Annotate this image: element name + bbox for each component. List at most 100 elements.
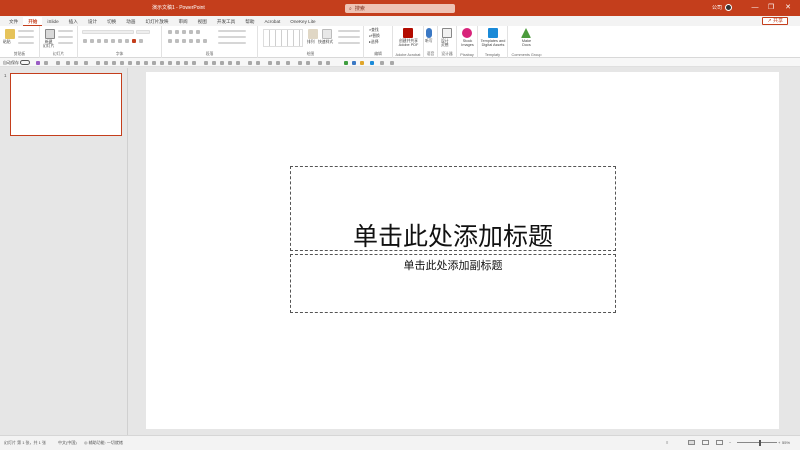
qat-tool-19-icon[interactable]: [220, 60, 224, 65]
customize-qat-icon[interactable]: [390, 60, 394, 65]
stock-images-label: Stock Images: [461, 39, 474, 48]
qat-tool-8-icon[interactable]: [128, 60, 132, 65]
tab-acrobat[interactable]: Acrobat: [259, 17, 285, 26]
qat-tool-13-icon[interactable]: [168, 60, 172, 65]
qat-tool-7-icon[interactable]: [120, 60, 124, 65]
qat-tool-14-icon[interactable]: [176, 60, 180, 65]
tab-file[interactable]: 文件: [4, 17, 23, 26]
comments-group-label: Comments Group: [511, 53, 542, 57]
zoom-out-icon[interactable]: −: [729, 440, 731, 445]
reading-view-icon[interactable]: [716, 439, 723, 445]
qat-tool-6-icon[interactable]: [112, 60, 116, 65]
qat-tool-35-icon[interactable]: [380, 60, 384, 65]
qat-tool-17-icon[interactable]: [204, 60, 208, 65]
group-templafy: Templates and Digital Assets Templafy: [478, 26, 508, 58]
adobe-pdf-icon[interactable]: [403, 28, 413, 38]
qat-tool-32-icon[interactable]: [352, 60, 356, 65]
save-icon[interactable]: [36, 60, 40, 65]
accessibility-status[interactable]: ◎ 辅助功能: 一切就绪: [84, 440, 123, 446]
minimize-button[interactable]: —: [748, 2, 762, 14]
notes-button[interactable]: ≡: [666, 440, 668, 445]
qat-tool-26-icon[interactable]: [286, 60, 290, 65]
find-button[interactable]: ⌕查找: [369, 28, 379, 32]
zoom-in-icon[interactable]: +: [778, 440, 780, 445]
qat-tool-12-icon[interactable]: [160, 60, 164, 65]
qat-tool-24-icon[interactable]: [268, 60, 272, 65]
qat-tool-22-icon[interactable]: [248, 60, 252, 65]
qat-tool-27-icon[interactable]: [298, 60, 302, 65]
tab-islide[interactable]: iSlide: [42, 17, 63, 26]
qat-tool-2-icon[interactable]: [74, 60, 78, 65]
autosave-label: 自动保存: [3, 60, 19, 65]
tab-transitions[interactable]: 切换: [102, 17, 121, 26]
restore-button[interactable]: ❐: [764, 2, 778, 14]
slide-canvas[interactable]: 单击此处添加标题 单击此处添加副标题: [146, 72, 779, 429]
tab-design[interactable]: 设计: [83, 17, 102, 26]
qat-tool-30-icon[interactable]: [326, 60, 330, 65]
qat-tool-28-icon[interactable]: [306, 60, 310, 65]
search-box[interactable]: ⌕ 搜索: [345, 4, 455, 13]
redo-icon[interactable]: [56, 60, 60, 65]
qat-tool-25-icon[interactable]: [276, 60, 280, 65]
qat-tool-3-icon[interactable]: [84, 60, 88, 65]
autosave-toggle[interactable]: [20, 60, 30, 65]
qat-tool-23-icon[interactable]: [256, 60, 260, 65]
tab-review[interactable]: 审阅: [173, 17, 192, 26]
user-account[interactable]: 公司: [712, 4, 733, 11]
zoom-slider-thumb[interactable]: [759, 439, 761, 446]
microphone-icon[interactable]: [426, 28, 432, 38]
undo-icon[interactable]: [44, 60, 48, 65]
language-indicator[interactable]: 中文(中国): [58, 440, 77, 446]
subtitle-placeholder[interactable]: 单击此处添加副标题: [290, 254, 616, 313]
title-placeholder[interactable]: 单击此处添加标题: [290, 166, 616, 251]
qat-tool-9-icon[interactable]: [136, 60, 140, 65]
tab-onekey[interactable]: OneKey Lite: [285, 17, 320, 26]
paste-icon[interactable]: [5, 29, 15, 39]
qat-tool-29-icon[interactable]: [318, 60, 322, 65]
qat-tool-5-icon[interactable]: [104, 60, 108, 65]
search-label: 搜索: [354, 6, 365, 12]
slide-sorter-icon[interactable]: [702, 439, 709, 445]
qat-tool-4-icon[interactable]: [96, 60, 100, 65]
tab-view[interactable]: 视图: [193, 17, 212, 26]
group-paragraph: 段落: [162, 26, 258, 58]
qat-tool-31-icon[interactable]: [344, 60, 348, 65]
make-docs-icon[interactable]: [521, 28, 531, 38]
normal-view-icon[interactable]: [688, 439, 695, 445]
notes-icon: ≡: [666, 440, 669, 445]
arrange-icon[interactable]: [308, 29, 318, 39]
qat-tool-16-icon[interactable]: [192, 60, 196, 65]
qat-tool-21-icon[interactable]: [236, 60, 240, 65]
replace-button[interactable]: ⇄替换: [369, 34, 380, 38]
shapes-gallery[interactable]: [263, 29, 303, 47]
new-slide-icon[interactable]: [45, 29, 55, 39]
templafy-group-label: Templafy: [484, 53, 501, 57]
tab-home[interactable]: 开始: [23, 17, 43, 26]
tab-help[interactable]: 帮助: [240, 17, 259, 26]
stock-images-icon[interactable]: [462, 28, 472, 38]
tab-insert[interactable]: 插入: [64, 17, 83, 26]
qat-tool-15-icon[interactable]: [184, 60, 188, 65]
qat-tool-33-icon[interactable]: [360, 60, 364, 65]
tab-animations[interactable]: 动画: [121, 17, 140, 26]
qat-tool-18-icon[interactable]: [212, 60, 216, 65]
templafy-icon[interactable]: [488, 28, 498, 38]
title-placeholder-text: 单击此处添加标题: [352, 222, 553, 251]
quick-styles-icon[interactable]: [322, 29, 332, 39]
close-button[interactable]: ✕: [781, 2, 795, 14]
qat-tool-20-icon[interactable]: [228, 60, 232, 65]
qat-tool-11-icon[interactable]: [152, 60, 156, 65]
tab-developer[interactable]: 开发工具: [212, 17, 240, 26]
share-button[interactable]: ↗ 共享: [762, 17, 788, 25]
new-slide-label: 新建 幻灯片: [43, 40, 55, 49]
title-bar: 演示文稿1 - PowerPoint ⌕ 搜索 公司 — ❐ ✕: [0, 0, 800, 16]
qat-tool-34-icon[interactable]: [370, 60, 374, 65]
qat-tool-1-icon[interactable]: [66, 60, 70, 65]
design-ideas-icon[interactable]: [442, 28, 452, 38]
zoom-level[interactable]: 55%: [782, 440, 790, 445]
select-button[interactable]: ▸选择: [369, 40, 379, 44]
tab-slideshow[interactable]: 幻灯片放映: [140, 17, 173, 26]
slide-thumbnail[interactable]: [10, 73, 122, 136]
qat-tool-10-icon[interactable]: [144, 60, 148, 65]
zoom-slider[interactable]: [737, 442, 777, 443]
